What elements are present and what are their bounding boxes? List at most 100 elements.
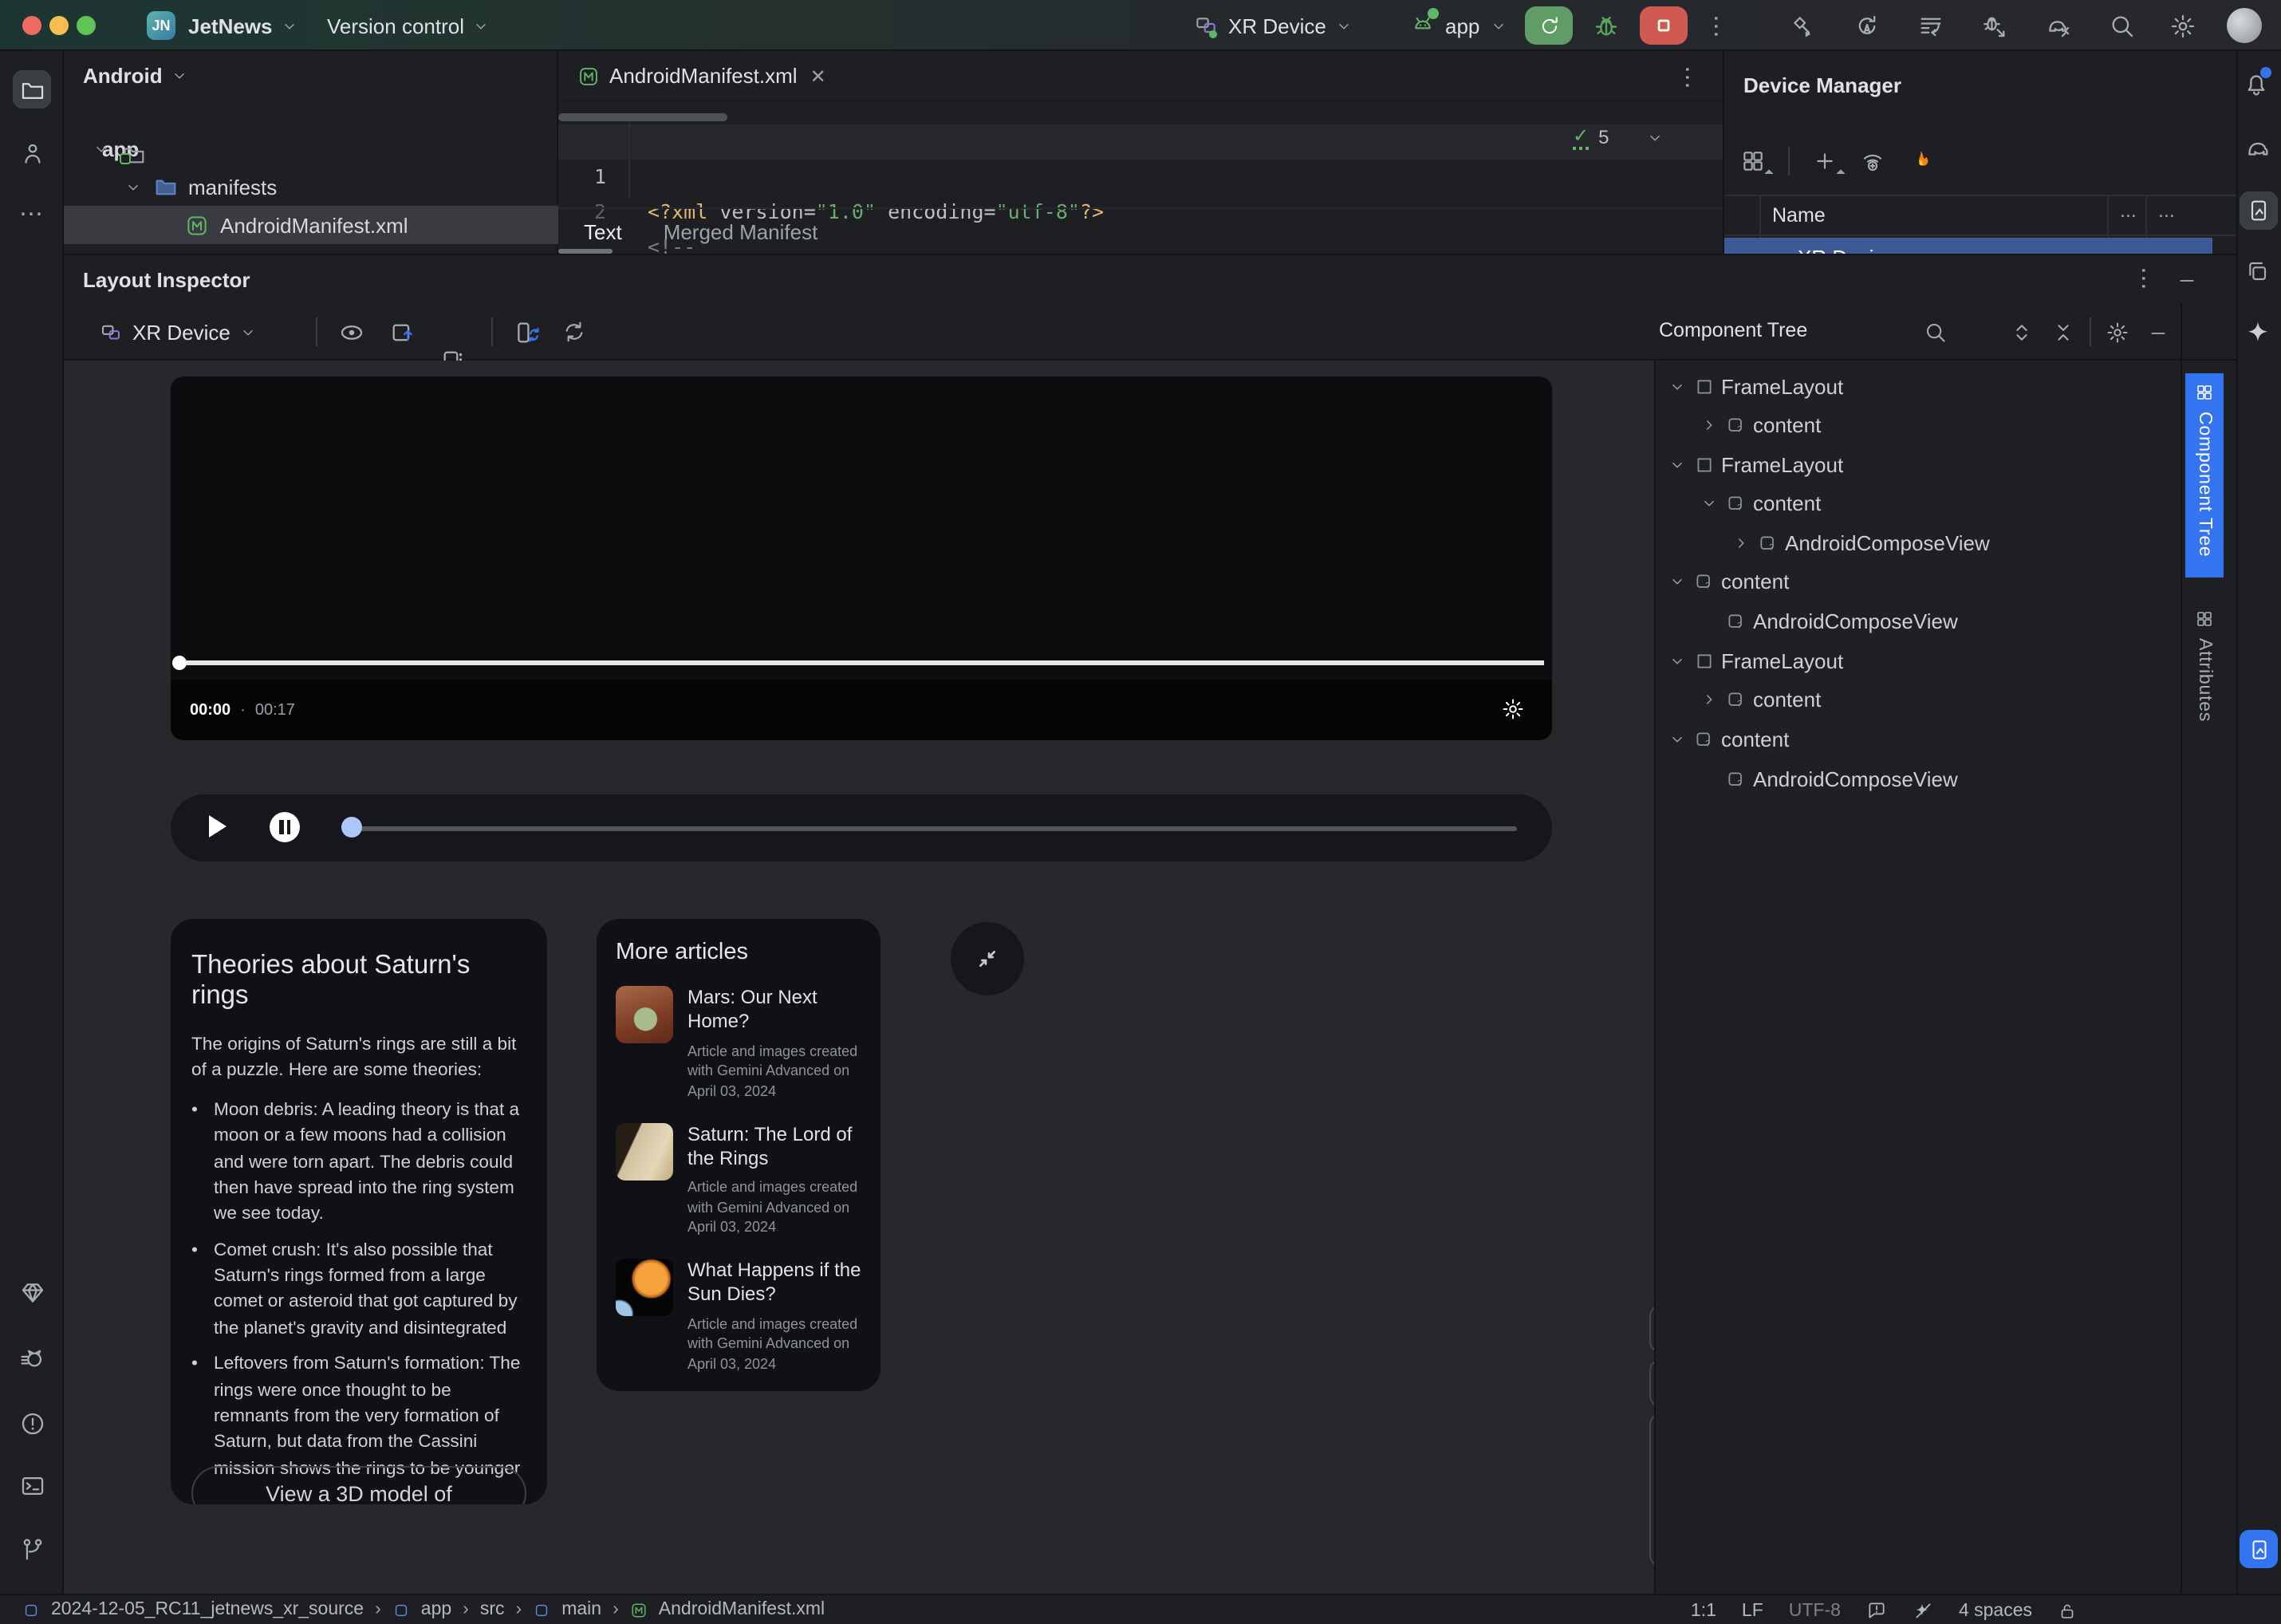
progress-thumb[interactable]: [172, 656, 187, 670]
breadcrumb-file[interactable]: AndroidManifest.xml: [659, 1600, 825, 1619]
device-groups-icon[interactable]: [1740, 148, 1766, 174]
chevron-down-icon[interactable]: [1667, 455, 1688, 473]
breadcrumb-src[interactable]: src: [480, 1600, 505, 1619]
indent-setting[interactable]: 4 spaces: [1959, 1601, 2032, 1620]
close-tab-icon[interactable]: ✕: [810, 65, 826, 87]
debug-icon[interactable]: [1592, 11, 1621, 40]
refresh-icon[interactable]: [561, 319, 587, 345]
tree-settings-icon[interactable]: [2106, 321, 2129, 345]
breadcrumb-root[interactable]: 2024-12-05_RC11_jetnews_xr_source: [51, 1600, 364, 1619]
tab-attributes[interactable]: Attributes: [2185, 600, 2224, 747]
code-line[interactable]: 2 <!--: [558, 160, 1723, 258]
breadcrumb-main[interactable]: main: [561, 1600, 601, 1619]
column-name[interactable]: Name: [1772, 204, 1826, 227]
seek-track[interactable]: [349, 826, 1517, 830]
project-tool-button[interactable]: [13, 70, 51, 108]
user-avatar[interactable]: [2227, 8, 2262, 43]
hide-panel-icon[interactable]: [2176, 270, 2198, 292]
chevron-down-icon[interactable]: [1667, 652, 1688, 669]
collapse-fab[interactable]: [951, 922, 1024, 995]
more-tool-windows-button[interactable]: ⋯: [13, 195, 51, 233]
video-player[interactable]: 00:00 · 00:17: [171, 376, 1552, 740]
vcs-menu[interactable]: Version control: [327, 14, 490, 38]
chevron-up-icon[interactable]: [1619, 128, 1637, 146]
chevron-down-icon[interactable]: [1646, 128, 1664, 146]
tab-component-tree[interactable]: Component Tree: [2185, 373, 2224, 577]
column-more[interactable]: ...: [2120, 199, 2137, 222]
unlocked-icon[interactable]: [2058, 1601, 2077, 1620]
article-item[interactable]: What Happens if the Sun Dies? Article and…: [616, 1259, 861, 1374]
app-quality-insights-button[interactable]: [13, 1273, 51, 1311]
chevron-down-icon[interactable]: [1667, 572, 1688, 589]
problems-button[interactable]: [13, 1404, 51, 1442]
notifications-button[interactable]: [2243, 67, 2271, 97]
process-selector[interactable]: XR Device: [99, 303, 258, 361]
tree-item-manifest-file[interactable]: AndroidManifest.xml: [64, 206, 558, 244]
terminal-button[interactable]: [13, 1466, 51, 1504]
search-icon[interactable]: [1924, 321, 1948, 345]
zoom-window-button[interactable]: [77, 16, 96, 35]
column-more[interactable]: ...: [2158, 199, 2175, 222]
inspection-highlight-icon[interactable]: [1866, 1600, 1887, 1621]
settings-icon[interactable]: [2169, 13, 2196, 40]
seek-thumb[interactable]: [341, 817, 362, 838]
tree-node[interactable]: AndroidComposeView: [1667, 601, 2177, 640]
expand-all-icon[interactable]: [2010, 321, 2034, 345]
editor-options-icon[interactable]: ⋯: [1673, 65, 1702, 91]
firebase-icon[interactable]: [1908, 148, 1933, 174]
chevron-down-icon[interactable]: [1699, 494, 1720, 511]
apply-changes-icon[interactable]: [1854, 13, 1881, 40]
video-progress-bar[interactable]: [179, 660, 1544, 664]
article-item[interactable]: Saturn: The Lord of the Rings Article and…: [616, 1122, 861, 1238]
tree-node[interactable]: FrameLayout: [1667, 445, 2177, 483]
tree-node[interactable]: content: [1667, 562, 2177, 600]
chevron-right-icon[interactable]: [1731, 534, 1751, 551]
device-manager-button[interactable]: [2240, 191, 2278, 230]
profiler-button[interactable]: [13, 1338, 51, 1377]
chevron-right-icon[interactable]: [1699, 690, 1720, 708]
gradle-sync-icon[interactable]: [2045, 13, 2072, 40]
add-device-icon[interactable]: [1812, 148, 1838, 174]
more-actions-icon[interactable]: ⋯: [1702, 14, 1731, 40]
tree-node[interactable]: FrameLayout: [1667, 641, 2177, 680]
minimize-window-button[interactable]: [49, 16, 69, 35]
inspections-widget[interactable]: ✓ 5: [1573, 124, 1664, 150]
scrollbar-thumb[interactable]: [558, 113, 727, 121]
tree-node[interactable]: content: [1667, 483, 2177, 522]
chevron-down-icon[interactable]: [1667, 377, 1688, 395]
play-icon[interactable]: [209, 815, 227, 838]
video-settings-icon[interactable]: [1501, 697, 1525, 721]
inspector-canvas[interactable]: 00:00 · 00:17 Theories about Saturn's ri…: [64, 361, 1654, 1595]
stop-button[interactable]: [1640, 6, 1688, 45]
tree-node[interactable]: content: [1667, 680, 2177, 718]
live-updates-icon[interactable]: [514, 319, 541, 346]
breadcrumb-app[interactable]: app: [421, 1600, 451, 1619]
project-view-selector[interactable]: Android: [83, 64, 188, 88]
caret-position[interactable]: 1:1: [1691, 1601, 1716, 1620]
pair-wifi-icon[interactable]: [1860, 148, 1885, 174]
version-control-button[interactable]: [13, 1530, 51, 1568]
export-snapshot-icon[interactable]: [389, 319, 416, 346]
view-3d-model-button[interactable]: View a 3D model of: [191, 1466, 526, 1504]
device-row-selected[interactable]: XR Device: [1724, 238, 2212, 254]
editor-tab[interactable]: AndroidManifest.xml ✕: [558, 50, 845, 101]
code-line[interactable]: 1 <?xml version="1.0" encoding="utf-8"?>: [558, 124, 1723, 223]
collapse-all-icon[interactable]: [2051, 321, 2075, 345]
pause-button[interactable]: [270, 812, 300, 842]
close-window-button[interactable]: [22, 16, 41, 35]
view-options-icon[interactable]: [338, 319, 365, 346]
panel-options-icon[interactable]: ⋯: [2129, 266, 2158, 292]
run-config-selector[interactable]: app: [1410, 8, 1507, 38]
tab-text[interactable]: Text: [584, 219, 622, 243]
ai-disabled-icon[interactable]: [1913, 1600, 1933, 1621]
tree-node[interactable]: content: [1667, 719, 2177, 758]
rerun-button[interactable]: [1525, 6, 1573, 45]
tree-node[interactable]: AndroidComposeView: [1667, 523, 2177, 562]
tree-node[interactable]: content: [1667, 405, 2177, 443]
build-run-icon[interactable]: [1790, 13, 1817, 40]
tree-node[interactable]: FrameLayout: [1667, 367, 2177, 405]
file-encoding[interactable]: UTF-8: [1789, 1601, 1841, 1620]
article-item[interactable]: Mars: Our Next Home? Article and images c…: [616, 986, 861, 1102]
chevron-right-icon[interactable]: [1699, 416, 1720, 433]
minimize-icon[interactable]: [2147, 322, 2169, 345]
